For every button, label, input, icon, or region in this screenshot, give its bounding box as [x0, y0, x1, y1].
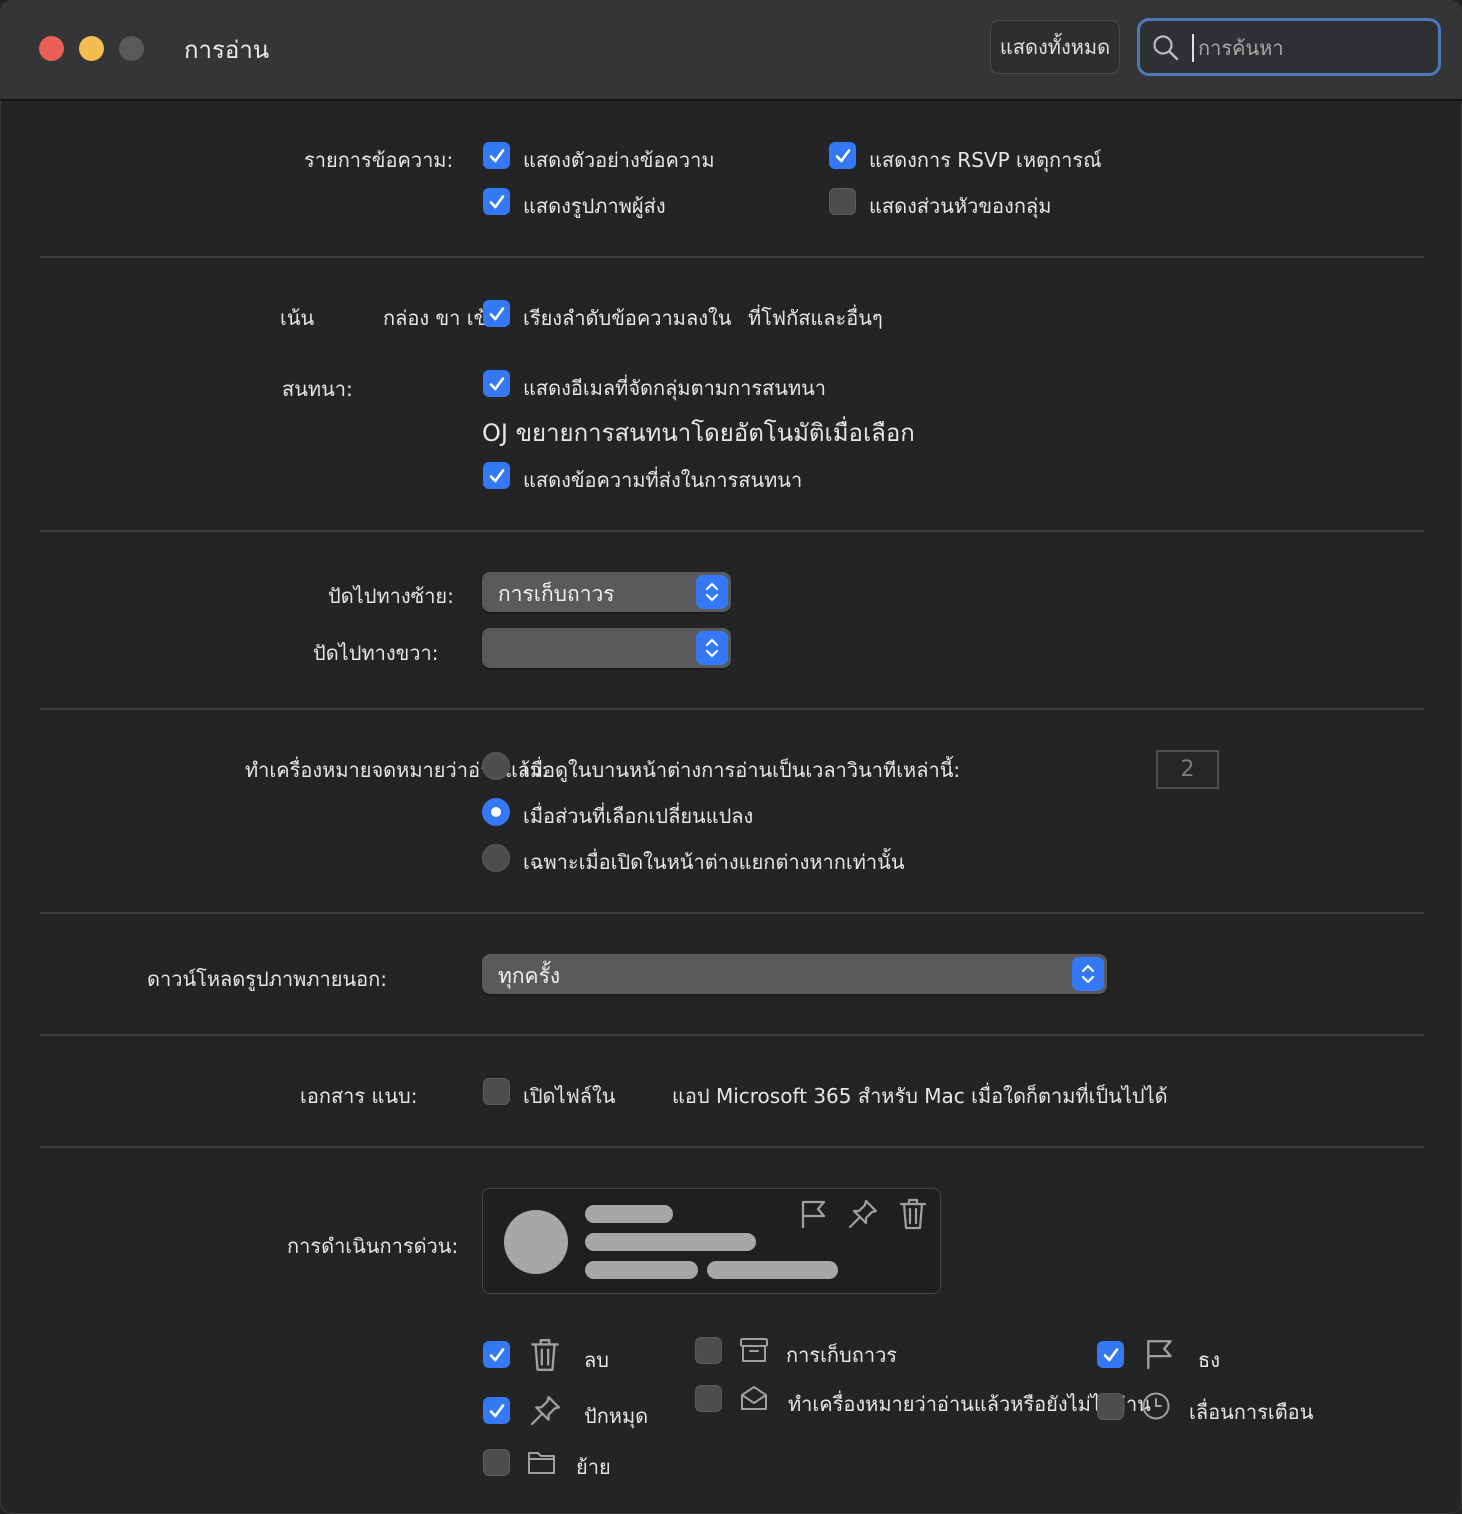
search-field[interactable]	[1137, 18, 1441, 76]
chevron-up-down-icon	[696, 575, 728, 609]
quick-action-pin-checkbox[interactable]	[483, 1397, 510, 1424]
search-input[interactable]	[1196, 29, 1430, 67]
inbox-label: กล่อง ขา เข้า	[383, 306, 499, 330]
quick-actions-label: การดำเนินการด่วน:	[287, 1234, 459, 1258]
group-by-conversation-checkbox[interactable]	[483, 370, 510, 397]
chevron-up-down-icon	[696, 631, 728, 665]
show-all-button[interactable]: แสดงทั้งหมด	[990, 20, 1120, 74]
quick-action-move-checkbox[interactable]	[483, 1449, 510, 1476]
section-divider	[40, 256, 1424, 258]
conversations-label: สนทนา:	[282, 377, 353, 401]
quick-action-archive-label: การเก็บถาวร	[786, 1343, 898, 1367]
quick-action-delete-label: ลบ	[584, 1348, 609, 1372]
preferences-window: การอ่าน แสดงทั้งหมด รายการข้อความ: แสดงต…	[0, 0, 1462, 1514]
clock-icon	[1141, 1391, 1171, 1425]
focused-inbox-label-a: เรียงลำดับข้อความลงใน	[523, 306, 732, 330]
swipe-right-select[interactable]	[482, 628, 731, 668]
quick-action-snooze-checkbox[interactable]	[1097, 1393, 1124, 1420]
close-window-button[interactable]	[39, 36, 64, 61]
zoom-window-button[interactable]	[119, 36, 144, 61]
folder-icon	[527, 1448, 557, 1480]
show-sent-in-conversation-checkbox[interactable]	[483, 462, 510, 489]
show-sender-image-label: แสดงรูปภาพผู้ส่ง	[523, 194, 666, 218]
envelope-open-icon	[739, 1384, 769, 1416]
quick-action-mark-read-checkbox[interactable]	[695, 1385, 722, 1412]
section-divider	[40, 530, 1424, 532]
focused-inbox-label-b: ที่โฟกัสและอื่นๆ	[748, 306, 883, 330]
mark-read-separate-window-label: เฉพาะเมื่อเปิดในหน้าต่างแยกต่างหากเท่านั…	[523, 850, 905, 874]
quick-actions-preview	[482, 1188, 941, 1294]
placeholder-line	[585, 1261, 698, 1279]
quick-action-pin-label: ปักหมุด	[584, 1404, 649, 1428]
section-divider	[40, 708, 1424, 710]
swipe-right-label: ปัดไปทางขวา:	[313, 641, 439, 665]
search-icon	[1152, 34, 1180, 66]
avatar	[504, 1210, 568, 1274]
title-bar: การอ่าน แสดงทั้งหมด	[0, 0, 1462, 101]
open-in-m365-label-a: เปิดไฟล์ใน	[523, 1084, 616, 1108]
section-divider	[40, 1034, 1424, 1036]
quick-action-move-label: ย้าย	[576, 1455, 611, 1479]
trash-icon	[529, 1337, 561, 1377]
quick-action-flag-label: ธง	[1198, 1348, 1220, 1372]
swipe-left-select[interactable]: การเก็บถาวร	[482, 572, 731, 612]
external-images-value: ทุกครั้ง	[498, 964, 561, 988]
window-title: การอ่าน	[184, 36, 270, 64]
external-images-select[interactable]: ทุกครั้ง	[482, 954, 1107, 994]
pin-icon	[529, 1394, 562, 1431]
section-divider	[40, 1146, 1424, 1148]
placeholder-line	[585, 1233, 756, 1251]
placeholder-line	[585, 1205, 673, 1223]
group-by-conversation-label: แสดงอีเมลที่จัดกลุ่มตามการสนทนา	[523, 376, 827, 400]
quick-action-snooze-label: เลื่อนการเตือน	[1189, 1400, 1314, 1424]
show-group-headers-label: แสดงส่วนหัวของกลุ่ม	[869, 194, 1052, 218]
attachments-label: เอกสาร แนบ:	[300, 1084, 418, 1108]
external-images-label: ดาวน์โหลดรูปภาพภายนอก:	[147, 967, 387, 991]
mark-read-selection-changes-label: เมื่อส่วนที่เลือกเปลี่ยนแปลง	[523, 804, 754, 828]
swipe-left-value: การเก็บถาวร	[498, 582, 615, 606]
mark-read-after-seconds-label: เมื่อดูในบานหน้าต่างการอ่านเป็นเวลาวินาท…	[523, 758, 961, 782]
open-in-m365-label-b: แอป Microsoft 365 สำหรับ Mac เมื่อใดก็ตา…	[672, 1084, 1168, 1108]
show-message-preview-label: แสดงตัวอย่างข้อความ	[523, 148, 715, 172]
mark-read-seconds-field[interactable]: 2	[1156, 750, 1219, 789]
mark-read-separate-window-radio[interactable]	[482, 844, 510, 872]
focused-inbox-checkbox[interactable]	[483, 300, 510, 327]
chevron-up-down-icon	[1072, 957, 1104, 991]
focused-label: เน้น	[280, 306, 315, 330]
show-sent-in-conversation-label: แสดงข้อความที่ส่งในการสนทนา	[523, 468, 803, 492]
show-sender-image-checkbox[interactable]	[483, 188, 510, 215]
show-event-rsvp-label: แสดงการ RSVP เหตุการณ์	[869, 148, 1102, 172]
flag-icon	[799, 1198, 829, 1234]
open-in-m365-checkbox[interactable]	[483, 1078, 510, 1105]
quick-action-archive-checkbox[interactable]	[695, 1337, 722, 1364]
placeholder-line	[707, 1261, 838, 1279]
show-group-headers-checkbox[interactable]	[829, 188, 856, 215]
minimize-window-button[interactable]	[79, 36, 104, 61]
quick-action-delete-checkbox[interactable]	[483, 1341, 510, 1368]
mark-read-after-seconds-radio[interactable]	[482, 752, 510, 780]
pin-icon	[847, 1198, 879, 1234]
mark-read-selection-changes-radio[interactable]	[482, 798, 510, 826]
text-cursor	[1192, 34, 1194, 62]
quick-action-flag-checkbox[interactable]	[1097, 1341, 1124, 1368]
section-divider	[40, 912, 1424, 914]
show-message-preview-checkbox[interactable]	[483, 142, 510, 169]
message-list-label: รายการข้อความ:	[304, 148, 454, 172]
swipe-left-label: ปัดไปทางซ้าย:	[328, 584, 454, 608]
archive-icon	[739, 1336, 769, 1368]
flag-icon	[1144, 1337, 1176, 1375]
show-event-rsvp-checkbox[interactable]	[829, 142, 856, 169]
trash-icon	[898, 1197, 928, 1235]
auto-expand-conversation-option[interactable]: OJ ขยายการสนทนาโดยอัตโนมัติเมื่อเลือก	[482, 413, 915, 452]
